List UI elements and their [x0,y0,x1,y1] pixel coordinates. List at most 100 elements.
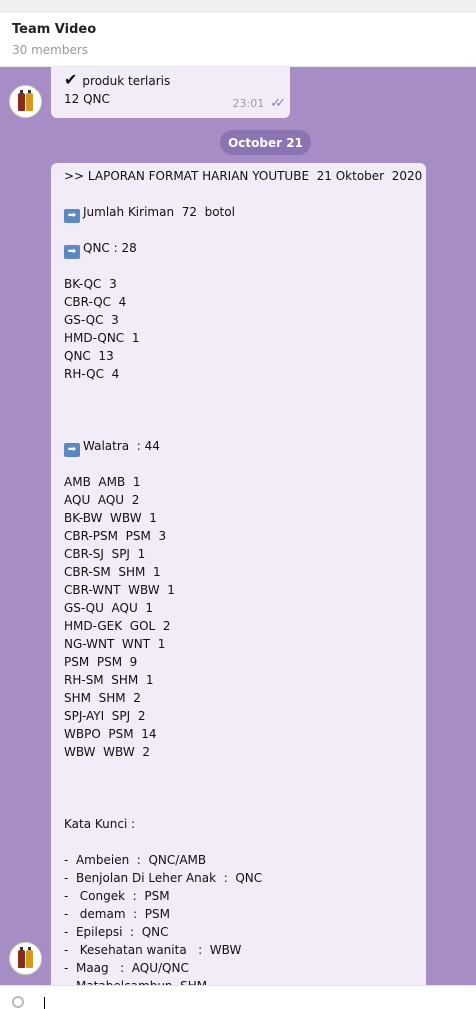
message-line: ➡ QNC : 28 [64,239,418,259]
message-line [64,761,418,779]
message-line-text: - Congek : PSM [64,889,170,903]
chat-title[interactable]: Team Video [12,22,96,37]
message-line-text: - Maag : AQU/QNC [64,961,189,975]
message-line [64,257,418,275]
bottle-icon [26,946,33,968]
message-line: RH-SM SHM 1 [64,671,418,689]
message-line [64,185,418,203]
message-line: AQU AQU 2 [64,491,418,509]
date-divider: October 21 [220,130,311,155]
message-line: - Congek : PSM [64,887,418,905]
message-line: - Epilepsi : QNC [64,923,418,941]
message-line-text: >> LAPORAN FORMAT HARIAN YOUTUBE 21 Okto… [64,169,423,183]
message-line: - demam : PSM [64,905,418,923]
message-line: ➡ Walatra : 44 [64,437,418,457]
message-line: >> LAPORAN FORMAT HARIAN YOUTUBE 21 Okto… [64,167,422,185]
message-input-bar[interactable] [0,985,476,1009]
message-line: ✔ produk terlaris [64,70,171,89]
message-line [64,797,418,815]
bottle-icon [18,946,25,968]
message-line [64,455,418,473]
message-line: ➡ Jumlah Kiriman 72 botol [64,203,418,223]
message-line-text: AQU AQU 2 [64,493,140,507]
arrow-right-icon: ➡ [64,245,80,259]
message-line-text: QNC : 28 [83,241,137,255]
message-line: Kata Kunci : [64,815,418,833]
message-line: HMD-GEK GOL 2 [64,617,418,635]
message-line: BK-QC 3 [64,275,418,293]
message-line-text: CBR-SM SHM 1 [64,565,161,579]
message-line-text: NG-WNT WNT 1 [64,637,166,651]
message-line-text: Jumlah Kiriman 72 botol [83,205,235,219]
message-line [64,779,418,797]
chat-header[interactable]: Team Video 30 members [0,13,476,67]
window-top-strip [0,0,476,13]
message-line-text: - Ambeien : QNC/AMB [64,853,207,867]
message-line: CBR-SM SHM 1 [64,563,418,581]
message-line: PSM PSM 9 [64,653,418,671]
message-line: AMB AMB 1 [64,473,418,491]
message-line-text: - Epilepsi : QNC [64,925,169,939]
message-line: QNC 13 [64,347,418,365]
message-line-text: HMD-GEK GOL 2 [64,619,171,633]
message-time: 23:01 [232,97,265,110]
bottle-icon [26,89,33,111]
arrow-right-icon: ➡ [64,209,80,223]
sender-avatar[interactable] [9,942,42,975]
message-line: HMD-QNC 1 [64,329,418,347]
member-count: 30 members [12,43,89,57]
sender-avatar[interactable] [9,85,42,118]
message-line [64,833,418,851]
message-line: - Kesehatan wanita : WBW [64,941,418,959]
message-line: GS-QU AQU 1 [64,599,418,617]
message-line: RH-QC 4 [64,365,418,383]
message-list[interactable]: ✔ produk terlaris 12 QNC 23:01 ✓✓ October… [0,67,476,985]
message-line-text: BK-QC 3 [64,277,117,291]
message-line-text: RH-QC 4 [64,367,120,381]
message-line-text: AMB AMB 1 [64,475,141,489]
message-line: - Ambeien : QNC/AMB [64,851,418,869]
check-icon: ✔ [64,70,78,89]
message-line-text: CBR-PSM PSM 3 [64,529,167,543]
message-line-text: CBR-QC 4 [64,295,127,309]
message-line: WBW WBW 2 [64,743,418,761]
message-line-text: HMD-QNC 1 [64,331,140,345]
message-line-text: SPJ-AYI SPJ 2 [64,709,146,723]
message-line-text: CBR-SJ SPJ 1 [64,547,146,561]
message-meta: 23:01 ✓✓ [232,95,286,113]
message-line-text: QNC 13 [64,349,114,363]
message-line-text: Kata Kunci : [64,817,136,831]
bottle-icon [18,89,25,111]
message-line-text: BK-BW WBW 1 [64,511,157,525]
message-line: CBR-PSM PSM 3 [64,527,418,545]
message-line-text: SHM SHM 2 [64,691,141,705]
message-line-text: Walatra : 44 [83,439,160,453]
message-line-text: - demam : PSM [64,907,171,921]
message-line: CBR-WNT WBW 1 [64,581,418,599]
report-message-bubble[interactable]: >> LAPORAN FORMAT HARIAN YOUTUBE 21 Okto… [51,163,426,985]
message-line: - Maag : AQU/QNC [64,959,418,977]
message-line-text: RH-SM SHM 1 [64,673,154,687]
message-line: GS-QC 3 [64,311,418,329]
message-line-text: GS-QC 3 [64,313,119,327]
double-check-icon: ✓✓ [270,96,286,111]
message-line-text: CBR-WNT WBW 1 [64,583,175,597]
message-line-text: GS-QU AQU 1 [64,601,154,615]
text-cursor [44,997,45,1009]
message-line [64,401,418,419]
message-line-text: - Benjolan Di Leher Anak : QNC [64,871,263,885]
message-line: CBR-QC 4 [64,293,418,311]
message-line-text: PSM PSM 9 [64,655,138,669]
message-line: - Benjolan Di Leher Anak : QNC [64,869,418,887]
message-line [64,383,418,401]
message-line-text: - Kesehatan wanita : WBW [64,943,242,957]
message-bubble[interactable]: ✔ produk terlaris 12 QNC 23:01 ✓✓ [51,67,290,118]
message-line [64,221,418,239]
message-line [64,419,418,437]
message-line: BK-BW WBW 1 [64,509,418,527]
message-line-text: WBW WBW 2 [64,745,150,759]
message-line: NG-WNT WNT 1 [64,635,418,653]
message-line: SHM SHM 2 [64,689,418,707]
attach-icon[interactable] [12,996,24,1008]
message-line: WBPO PSM 14 [64,725,418,743]
